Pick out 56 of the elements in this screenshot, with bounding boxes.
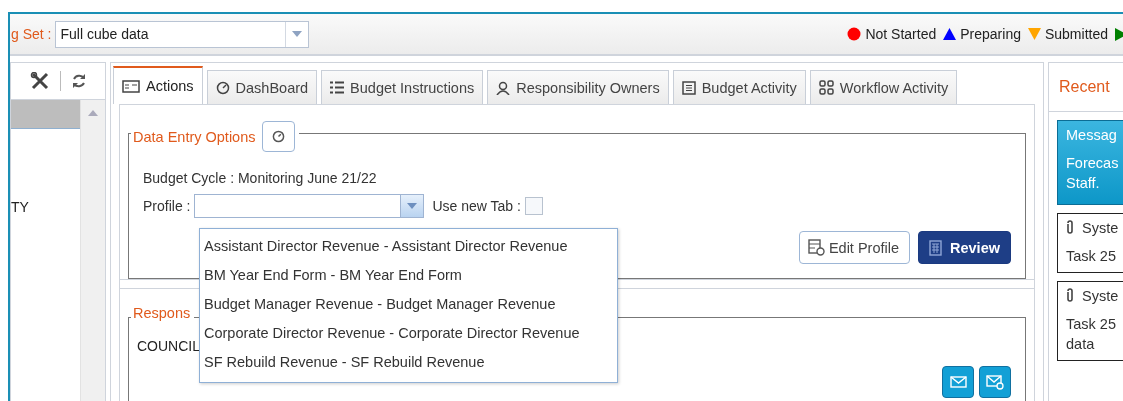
person-icon (496, 80, 511, 95)
budget-cycle-text: Budget Cycle : Monitoring June 21/22 (143, 170, 378, 186)
tools-icon[interactable] (30, 72, 50, 90)
dropdown-option[interactable]: Budget Manager Revenue - Budget Manager Revenue (200, 290, 617, 319)
tab[interactable]: Responsibility Owners (487, 70, 669, 104)
caret-icon (407, 203, 418, 209)
panel-title: Recent (1049, 63, 1123, 112)
legend-label: Submitted (1044, 26, 1108, 42)
paperclip-icon (1066, 288, 1074, 304)
scrollbar[interactable] (80, 100, 105, 401)
notification-card[interactable]: Syste Task 25 data (1057, 280, 1123, 362)
card-text: Task 25 data (1066, 314, 1117, 355)
use-new-tab-checkbox[interactable] (524, 197, 543, 215)
card-text: Forecas Staff. (1066, 154, 1120, 194)
dropdown-option[interactable]: Assistant Director Revenue - Assistant Director Revenue (200, 232, 617, 261)
email-settings-button[interactable] (979, 366, 1011, 398)
tab[interactable]: Budget Instructions (321, 70, 484, 104)
profile-label: Profile : (143, 198, 191, 214)
form-icon (807, 239, 825, 256)
panel-icon (122, 79, 140, 93)
gauge-icon (215, 80, 230, 95)
tab[interactable]: Budget Activity (672, 70, 806, 104)
edit-profile-button[interactable]: Edit Profile (798, 231, 910, 264)
card-title: Syste (1082, 287, 1119, 304)
tab[interactable]: Workflow Activity (809, 70, 958, 104)
paperclip-icon (1066, 220, 1074, 236)
list-icon (330, 81, 345, 94)
gauge-icon (271, 130, 285, 143)
review-button[interactable]: Review (918, 231, 1011, 264)
document-icon (681, 80, 696, 95)
card-text: Task 25 (1066, 246, 1117, 266)
envelope-gear-icon (986, 374, 1004, 390)
gauge-button[interactable] (261, 121, 295, 152)
dropdown-option[interactable]: Corporate Director Revenue - Corporate Director Revenue (200, 319, 617, 348)
legend-label: Preparing (960, 26, 1021, 42)
legend-label: Not Started (865, 26, 937, 42)
caret-icon (292, 31, 303, 37)
card-title: Messag (1066, 127, 1117, 143)
fieldset-title: Data Entry Options (133, 128, 256, 145)
card-title: Syste (1082, 219, 1119, 236)
workflow-icon (818, 80, 834, 95)
tab[interactable]: DashBoard (206, 70, 318, 104)
tree-item[interactable]: TY (11, 199, 29, 215)
dropdown-option[interactable]: BM Year End Form - BM Year End Form (200, 261, 617, 290)
dataset-select[interactable]: Full cube data (55, 20, 310, 48)
notification-card[interactable]: Syste Task 25 (1057, 212, 1123, 273)
use-new-tab-label: Use new Tab : (432, 198, 521, 214)
fieldset-title: Respons (133, 305, 191, 321)
calculator-icon (929, 239, 942, 256)
envelope-icon (949, 376, 967, 388)
dataset-label: g Set : (11, 26, 52, 42)
email-button[interactable] (942, 366, 974, 398)
council-text: COUNCIL (137, 338, 201, 354)
dropdown-option[interactable]: SF Rebuild Revenue - SF Rebuild Revenue (200, 348, 617, 377)
tab[interactable]: Actions (113, 66, 203, 104)
refresh-icon[interactable] (71, 73, 87, 89)
